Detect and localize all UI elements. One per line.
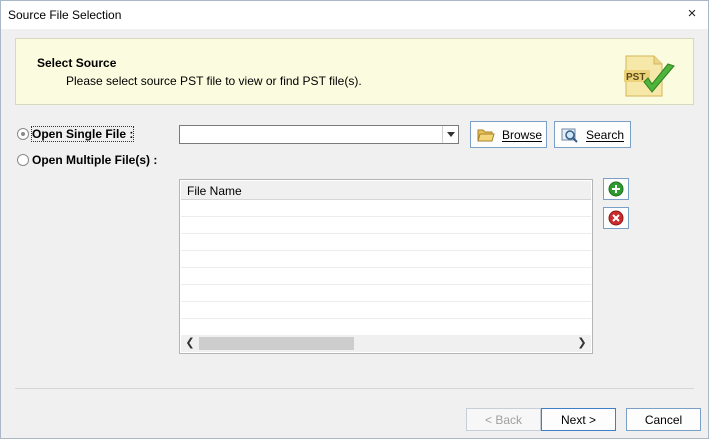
file-list[interactable]: File Name ❮ ❯ [179, 179, 593, 354]
add-file-button[interactable] [603, 178, 629, 200]
back-button[interactable]: < Back [466, 408, 541, 431]
footer-separator [15, 388, 694, 389]
open-single-file-radio[interactable]: Open Single File : [17, 126, 135, 142]
open-multiple-files-label: Open Multiple File(s) : [32, 153, 158, 167]
header-title: Select Source [37, 56, 117, 70]
file-name-header-label: File Name [187, 184, 242, 198]
header-subtitle: Please select source PST file to view or… [66, 74, 362, 88]
back-label: < Back [484, 412, 523, 427]
radio-single-indicator[interactable] [17, 128, 29, 140]
header-panel: Select Source Please select source PST f… [15, 38, 694, 105]
logo-text: PST [626, 72, 645, 83]
dialog-window: Source File Selection × Select Source Pl… [0, 0, 709, 439]
list-gridline [181, 301, 591, 302]
title-bar[interactable]: Source File Selection × [1, 1, 708, 29]
list-gridline [181, 233, 591, 234]
scroll-right-icon[interactable]: ❯ [574, 336, 590, 351]
window-title: Source File Selection [8, 8, 122, 22]
cancel-label: Cancel [644, 412, 683, 427]
list-gridline [181, 284, 591, 285]
list-gridline [181, 216, 591, 217]
scrollbar-thumb[interactable] [199, 337, 354, 350]
open-single-file-label: Open Single File : [30, 126, 135, 142]
file-name-column-header[interactable]: File Name [181, 181, 591, 200]
list-gridline [181, 318, 591, 319]
source-file-combo[interactable] [179, 125, 459, 144]
remove-file-button[interactable] [603, 207, 629, 229]
browse-label: Browse [502, 127, 543, 142]
search-icon [561, 128, 578, 143]
folder-open-icon [477, 129, 495, 141]
next-label: Next > [560, 412, 596, 427]
search-button[interactable]: Search [554, 121, 631, 148]
next-button[interactable]: Next > [541, 408, 616, 431]
pst-checkmark-icon: PST [624, 55, 675, 97]
scroll-left-icon[interactable]: ❮ [182, 336, 198, 351]
list-gridline [181, 250, 591, 251]
close-button[interactable]: × [684, 6, 700, 22]
cancel-button[interactable]: Cancel [626, 408, 701, 431]
list-gridline [181, 267, 591, 268]
chevron-down-icon [446, 132, 455, 137]
search-label: Search [586, 127, 625, 142]
open-multiple-files-radio[interactable]: Open Multiple File(s) : [17, 153, 157, 167]
combo-dropdown-arrow[interactable] [442, 126, 458, 143]
horizontal-scrollbar[interactable]: ❮ ❯ [181, 335, 591, 352]
remove-circle-icon [608, 210, 624, 226]
radio-multiple-indicator[interactable] [17, 154, 29, 166]
browse-button[interactable]: Browse [470, 121, 547, 148]
plus-circle-icon [608, 181, 624, 197]
